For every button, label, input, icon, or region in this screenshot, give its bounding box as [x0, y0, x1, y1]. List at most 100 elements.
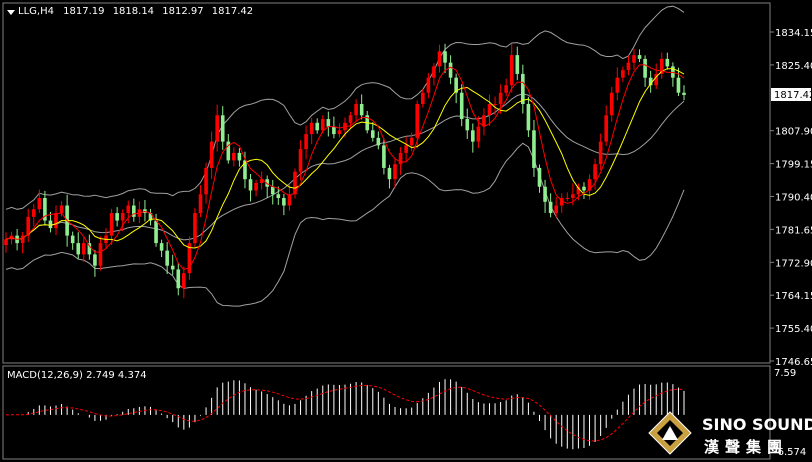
price-tick-label: 1807.90 [775, 127, 812, 138]
candle-body [220, 115, 225, 142]
candle-body [70, 235, 75, 244]
candle-body [682, 92, 686, 95]
candle-body [565, 198, 570, 200]
candle-body [170, 265, 175, 270]
candle-body [4, 239, 8, 246]
candle-body [332, 126, 336, 135]
price-tick-label: 1799.15 [775, 160, 812, 171]
candle-body [348, 115, 353, 123]
candle-body [615, 77, 620, 93]
candle-body [448, 62, 453, 78]
current-price-tag: 1817.42 [771, 88, 812, 101]
candle-body [54, 213, 58, 229]
candle-body [554, 205, 558, 214]
candle-body [376, 137, 381, 146]
candle-body [232, 152, 236, 161]
candle-body [498, 92, 503, 105]
candle-body [337, 130, 342, 135]
candle-body [409, 137, 414, 146]
candle-body [537, 167, 542, 187]
logo-name-cn: 漢聲集團 [704, 438, 788, 456]
candle-body [482, 115, 486, 127]
candle-body [298, 149, 303, 172]
candle-body [254, 182, 258, 191]
candle-body [515, 55, 520, 74]
candle-body [93, 254, 97, 266]
dropdown-arrow-icon [7, 10, 15, 15]
candle-body [465, 119, 470, 131]
main-pane-frame [2, 2, 771, 364]
candle-body [326, 119, 331, 127]
price-tick-label: 1764.15 [775, 291, 812, 302]
candle-body [282, 198, 286, 206]
price-tick-label: 1790.40 [775, 193, 812, 204]
candle-body [165, 250, 169, 266]
candle-body [237, 152, 242, 161]
candle-body [598, 141, 603, 165]
candle-body [404, 145, 408, 153]
candle-body [571, 194, 575, 199]
candle-body [604, 115, 608, 142]
candle-body [621, 70, 625, 78]
candle-body [443, 51, 447, 63]
candle-body [176, 269, 181, 289]
candle-body [248, 179, 253, 191]
price-tick-label: 1834.15 [775, 28, 812, 39]
candle-body [309, 122, 314, 135]
candle-body [432, 66, 436, 78]
price-tick-label: 1781.65 [775, 225, 812, 236]
candle-body [582, 186, 586, 191]
svg-text:LLG,H4 1817.19 1818.14: LLG,H4 1817.19 1818.14 1812.97 1817.42 [18, 6, 253, 17]
candle-body [120, 213, 125, 221]
candle-body [548, 201, 553, 214]
candle-body [115, 213, 119, 221]
price-axis: 1834.15 1825.40 1807.90 1799.15 1790.40 1781.… [770, 28, 812, 368]
candle-body [276, 194, 281, 199]
candle-body [82, 243, 86, 255]
ohlc-low: 1812.97 [162, 6, 203, 17]
candle-body [665, 58, 670, 67]
candle-body [398, 152, 403, 165]
candle-body [415, 104, 420, 138]
sino-sound-logo: SINO SOUND 漢聲集團 [648, 411, 812, 456]
candle-body [98, 243, 103, 266]
candle-body [154, 220, 158, 244]
ohlc-high: 1818.14 [113, 6, 154, 17]
macd-label: MACD(12,26,9) 2.749 4.374 [7, 370, 147, 381]
candle-body [637, 55, 642, 59]
candle-body [676, 77, 681, 93]
candlesticks [4, 43, 686, 299]
macd-indicator [5, 379, 685, 450]
candle-body [504, 85, 508, 93]
candle-body [387, 167, 392, 180]
candle-body [182, 273, 186, 289]
candle-body [37, 198, 42, 210]
price-tick-label: 1772.90 [775, 258, 812, 269]
candle-body [643, 58, 647, 78]
candle-body [159, 243, 164, 251]
candle-body [59, 205, 64, 214]
current-price-label: 1817.42 [774, 90, 812, 101]
ohlc-close: 1817.42 [212, 6, 253, 17]
candle-body [193, 213, 197, 244]
candle-body [198, 194, 203, 214]
candle-body [493, 104, 497, 106]
candle-body [215, 115, 219, 142]
candle-body [421, 92, 425, 105]
bollinger-middle [5, 93, 685, 241]
bollinger-bands [5, 5, 685, 307]
candle-body [459, 92, 464, 120]
bollinger-lower [5, 142, 685, 307]
price-tick-label: 1755.40 [775, 324, 812, 335]
candle-body [209, 141, 214, 168]
candle-body [426, 77, 431, 93]
candle-body [359, 104, 364, 116]
bollinger-upper [5, 5, 685, 210]
candle-body [543, 186, 547, 202]
candle-body [109, 213, 114, 236]
candle-body [304, 134, 308, 150]
candle-body [471, 130, 475, 142]
price-chart: LLG,H4 1817.19 1818.14 1812.97 1817.42 1… [2, 2, 812, 460]
ohlc-open: 1817.19 [63, 6, 104, 17]
logo-name-en: SINO SOUND [702, 415, 812, 434]
